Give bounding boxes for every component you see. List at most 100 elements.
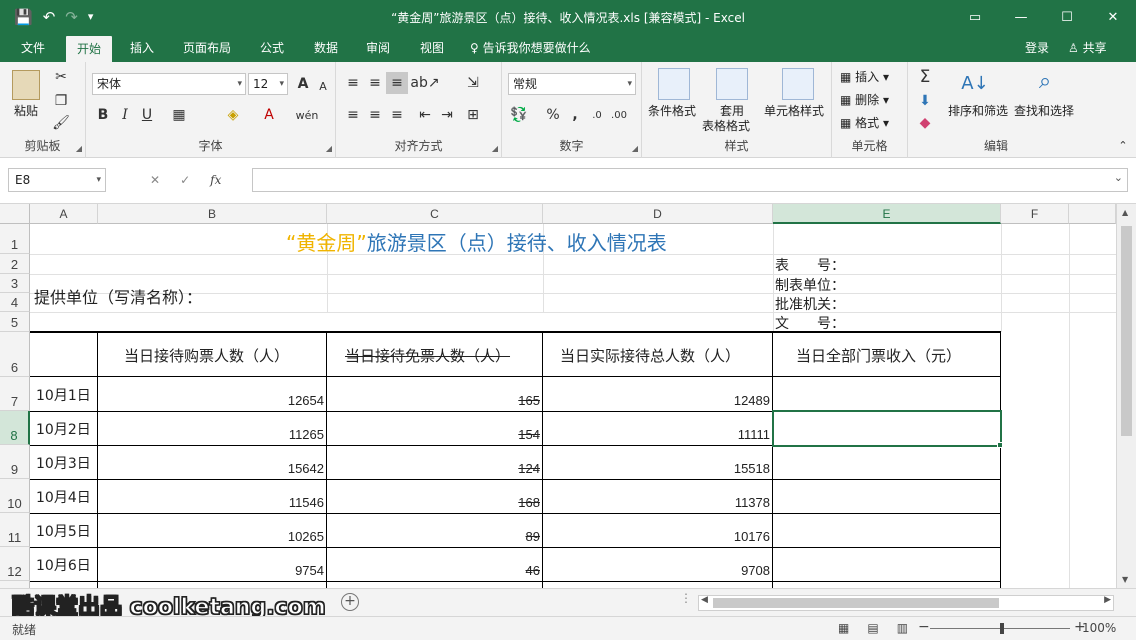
header-ticket-income[interactable]: 当日全部门票收入（元） bbox=[796, 345, 961, 366]
sort-filter-button[interactable]: 排序和筛选 bbox=[948, 102, 1008, 119]
name-box[interactable]: E8 ▾ bbox=[8, 168, 106, 192]
add-sheet-icon[interactable]: + bbox=[341, 593, 359, 611]
fill-handle[interactable] bbox=[997, 442, 1003, 448]
free-cell[interactable]: 46 bbox=[327, 563, 540, 578]
fill-color-icon[interactable]: ◈ bbox=[222, 104, 244, 126]
header-total-visitors[interactable]: 当日实际接待总人数（人） bbox=[560, 345, 740, 366]
paid-cell[interactable]: 11546 bbox=[98, 495, 324, 510]
free-cell[interactable]: 168 bbox=[327, 495, 540, 510]
maximize-button[interactable]: ☐ bbox=[1044, 0, 1090, 34]
vertical-scrollbar[interactable]: ▲ ▼ bbox=[1116, 204, 1136, 588]
row-header[interactable] bbox=[0, 581, 30, 588]
percent-icon[interactable]: % bbox=[542, 104, 564, 126]
align-right-icon[interactable]: ≡ bbox=[386, 104, 408, 126]
date-cell[interactable]: 10月4日 bbox=[36, 487, 91, 507]
close-button[interactable]: ✕ bbox=[1090, 0, 1136, 34]
copy-icon[interactable]: ❐ bbox=[50, 90, 72, 112]
sheet-title[interactable]: “黄金周”旅游景区（点）接待、收入情况表 bbox=[286, 227, 667, 256]
paid-cell[interactable]: 10265 bbox=[98, 529, 324, 544]
meta-table-number[interactable]: 表 号： bbox=[775, 255, 845, 275]
clear-icon[interactable]: ◆ bbox=[914, 112, 936, 134]
row-header[interactable]: 3 bbox=[0, 274, 30, 293]
scroll-up-icon[interactable]: ▲ bbox=[1122, 208, 1128, 217]
free-cell[interactable]: 89 bbox=[327, 529, 540, 544]
scroll-left-icon[interactable]: ◀ bbox=[701, 595, 708, 605]
provider-label[interactable]: 提供单位（写清名称）： bbox=[34, 284, 202, 308]
dialog-launcher-icon[interactable]: ◢ bbox=[76, 144, 82, 153]
align-bottom-icon[interactable]: ≡ bbox=[386, 72, 408, 94]
conditional-format-icon[interactable] bbox=[658, 68, 690, 100]
paste-button[interactable]: 粘贴 bbox=[14, 102, 38, 119]
merge-center-icon[interactable]: ⊞ bbox=[462, 104, 484, 126]
underline-icon[interactable]: U bbox=[136, 104, 158, 126]
scroll-right-icon[interactable]: ▶ bbox=[1104, 595, 1111, 605]
tab-file[interactable]: 文件 bbox=[12, 34, 54, 62]
row-header[interactable]: 12 bbox=[0, 547, 30, 581]
tab-view[interactable]: 视图 bbox=[412, 34, 452, 62]
border-icon[interactable]: ▦ bbox=[168, 104, 190, 126]
sort-filter-icon[interactable]: A↓ bbox=[960, 68, 990, 98]
vertical-scroll-thumb[interactable] bbox=[1121, 226, 1132, 436]
column-header[interactable]: C bbox=[327, 204, 543, 224]
minimize-button[interactable]: — bbox=[998, 0, 1044, 34]
free-cell[interactable]: 154 bbox=[327, 427, 540, 442]
align-middle-icon[interactable]: ≡ bbox=[364, 72, 386, 94]
total-cell[interactable]: 11378 bbox=[543, 495, 770, 510]
shrink-font-icon[interactable]: A bbox=[312, 75, 334, 97]
dialog-launcher-icon[interactable]: ◢ bbox=[632, 144, 638, 153]
select-all-corner[interactable] bbox=[0, 204, 30, 224]
decrease-indent-icon[interactable]: ⇤ bbox=[414, 104, 436, 126]
comma-icon[interactable]: , bbox=[564, 104, 586, 126]
row-header[interactable]: 4 bbox=[0, 293, 30, 312]
zoom-level[interactable]: 100% bbox=[1082, 621, 1116, 635]
total-cell[interactable]: 12489 bbox=[543, 393, 770, 408]
paste-icon[interactable] bbox=[12, 70, 40, 100]
cell-styles-icon[interactable] bbox=[782, 68, 814, 100]
tab-formulas[interactable]: 公式 bbox=[252, 34, 292, 62]
zoom-slider-thumb[interactable] bbox=[1000, 623, 1004, 634]
expand-formula-icon[interactable]: ⌄ bbox=[1114, 171, 1123, 184]
active-cell-selection[interactable] bbox=[772, 410, 1002, 447]
delete-cells-button[interactable]: ▦ 删除 ▾ bbox=[840, 91, 889, 108]
tab-page-layout[interactable]: 页面布局 bbox=[176, 34, 238, 62]
row-header[interactable]: 9 bbox=[0, 445, 30, 479]
collapse-ribbon-icon[interactable]: ⌃ bbox=[1112, 134, 1134, 156]
number-format-select[interactable]: 常规 ▾ bbox=[508, 73, 636, 95]
formula-input[interactable]: ⌄ bbox=[252, 168, 1128, 192]
format-cells-button[interactable]: ▦ 格式 ▾ bbox=[840, 114, 889, 131]
font-color-icon[interactable]: A bbox=[258, 104, 280, 126]
header-paid-visitors[interactable]: 当日接待购票人数（人） bbox=[124, 345, 289, 366]
share-button[interactable]: ♙ 共享 bbox=[1068, 34, 1107, 62]
paid-cell[interactable]: 11265 bbox=[98, 427, 324, 442]
date-cell[interactable]: 10月5日 bbox=[36, 521, 91, 541]
dialog-launcher-icon[interactable]: ◢ bbox=[326, 144, 332, 153]
dialog-launcher-icon[interactable]: ◢ bbox=[492, 144, 498, 153]
tell-me-search[interactable]: ♀ 告诉我你想要做什么 bbox=[470, 34, 591, 62]
row-header[interactable]: 2 bbox=[0, 254, 30, 274]
font-name-select[interactable]: 宋体 ▾ bbox=[92, 73, 246, 95]
column-header[interactable]: B bbox=[98, 204, 327, 224]
total-cell[interactable]: 10176 bbox=[543, 529, 770, 544]
normal-view-icon[interactable]: ▦ bbox=[838, 621, 849, 635]
cell-styles-button[interactable]: 单元格样式 bbox=[764, 102, 824, 119]
column-header[interactable]: A bbox=[30, 204, 98, 224]
free-cell[interactable]: 124 bbox=[327, 461, 540, 476]
cancel-icon[interactable]: ✕ bbox=[150, 173, 160, 187]
tab-insert[interactable]: 插入 bbox=[122, 34, 162, 62]
find-select-button[interactable]: 查找和选择 bbox=[1014, 102, 1074, 119]
italic-icon[interactable]: I bbox=[114, 104, 136, 126]
increase-indent-icon[interactable]: ⇥ bbox=[436, 104, 458, 126]
row-header[interactable]: 7 bbox=[0, 377, 30, 411]
header-free-visitors[interactable]: 当日接待免票人数（人） bbox=[345, 345, 510, 366]
fill-icon[interactable]: ⬇ bbox=[914, 90, 936, 112]
paid-cell[interactable]: 9754 bbox=[98, 563, 324, 578]
ribbon-display-icon[interactable]: ▭ bbox=[952, 0, 998, 34]
row-header[interactable]: 1 bbox=[0, 224, 30, 254]
horizontal-scroll-thumb[interactable] bbox=[713, 598, 999, 608]
horizontal-scrollbar[interactable]: ◀ ▶ bbox=[698, 595, 1114, 611]
bold-icon[interactable]: B bbox=[92, 104, 114, 126]
total-cell[interactable]: 11111 bbox=[543, 427, 770, 442]
date-cell[interactable]: 10月3日 bbox=[36, 453, 91, 473]
paid-cell[interactable]: 15642 bbox=[98, 461, 324, 476]
meta-maker[interactable]: 制表单位： bbox=[775, 275, 845, 295]
